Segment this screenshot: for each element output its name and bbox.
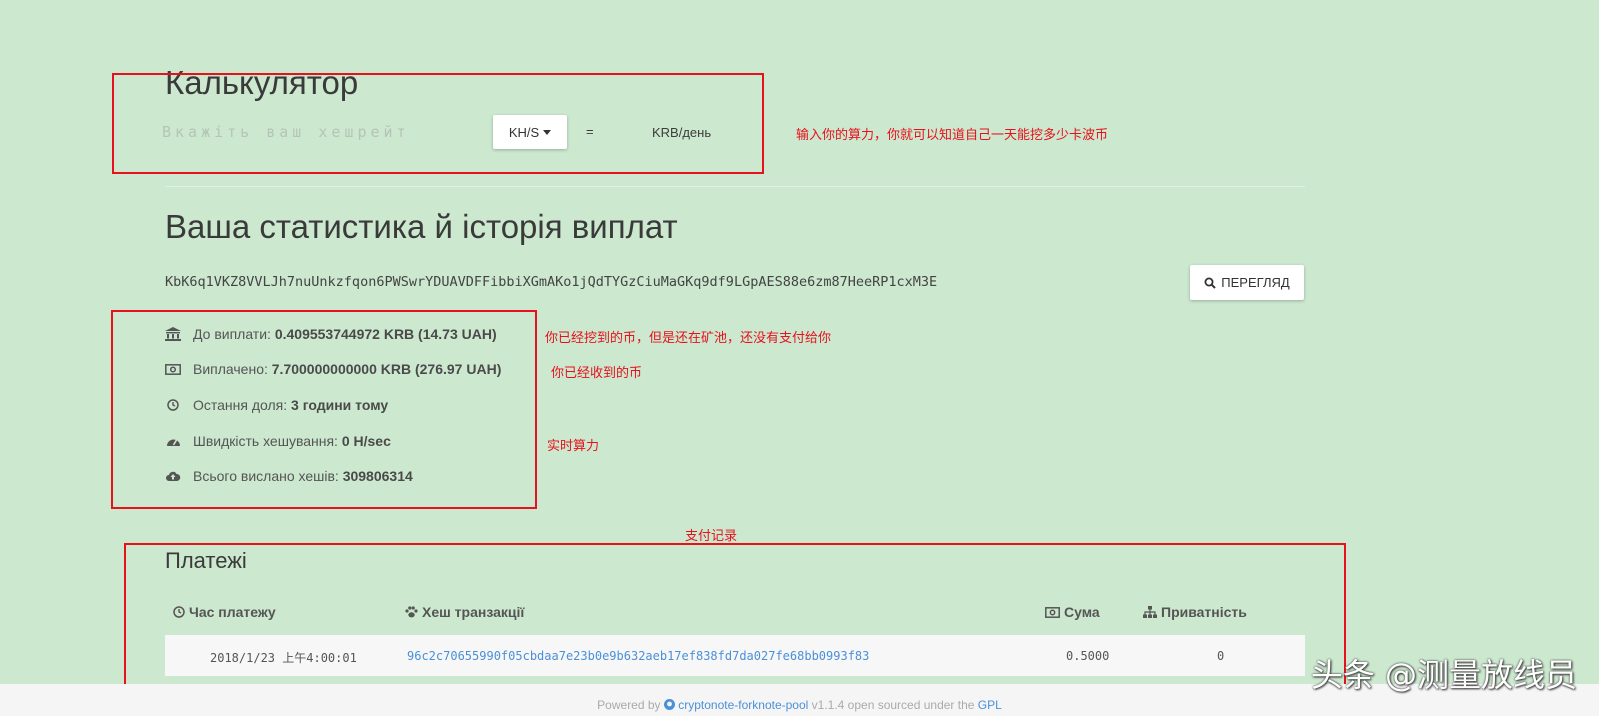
lookup-button[interactable]: ПЕРЕГЛЯД xyxy=(1190,265,1304,300)
license-link[interactable]: GPL xyxy=(978,698,1002,712)
watermark: 头条 @测量放线员 xyxy=(1310,656,1577,694)
annotation-payments: 支付记录 xyxy=(685,529,738,544)
annotation-box-stats xyxy=(111,310,537,509)
github-link[interactable]: cryptonote-forknote-pool xyxy=(663,698,809,712)
lookup-label: ПЕРЕГЛЯД xyxy=(1221,275,1290,290)
annotation-box-payments xyxy=(124,543,1346,693)
section-divider xyxy=(165,186,1305,187)
stats-title: Ваша статистика й історія виплат xyxy=(165,208,678,245)
project-name: cryptonote-forknote-pool xyxy=(678,698,809,712)
github-icon xyxy=(663,699,675,710)
footer-powered-by: Powered by xyxy=(597,698,661,712)
wallet-address[interactable]: KbK6q1VKZ8VVLJh7nuUnkzfqon6PWSwrYDUAVDFF… xyxy=(165,274,937,290)
footer-text: Powered by cryptonote-forknote-pool v1.1… xyxy=(0,698,1599,712)
annotation-calculator: 输入你的算力，你就可以知道自己一天能挖多少卡波币 xyxy=(796,128,1109,143)
annotation-hashrate: 实时算力 xyxy=(547,439,600,454)
annotation-paid: 你已经收到的币 xyxy=(551,366,643,381)
search-icon xyxy=(1204,277,1217,289)
footer-suffix: v1.1.4 open sourced under the xyxy=(811,698,975,712)
annotation-pending: 你已经挖到的币，但是还在矿池，还没有支付给你 xyxy=(545,331,832,346)
annotation-box-calculator xyxy=(112,73,764,174)
